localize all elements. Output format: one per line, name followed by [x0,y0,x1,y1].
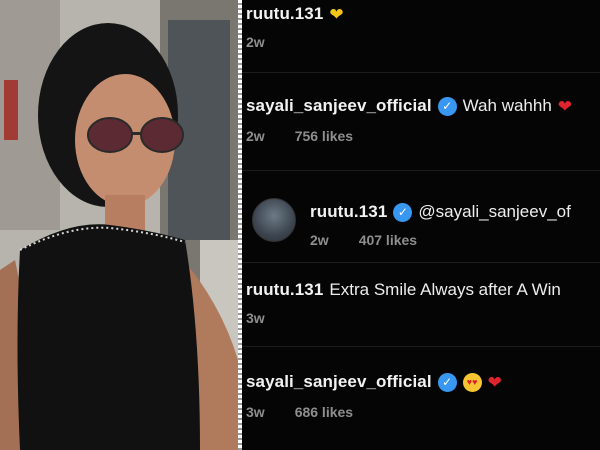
comment-separator [242,346,600,347]
photo-panel [0,0,238,450]
comment-username[interactable]: sayali_sanjeev_official [246,96,432,116]
comment-item: sayali_sanjeev_official ✓ ♥♥ ❤ 3w 686 li… [246,372,502,420]
verified-badge-icon: ✓ [393,202,413,222]
comment-separator [242,72,600,73]
comment-text: @sayali_sanjeev_of [418,202,571,221]
comment-username[interactable]: ruutu.131 [246,280,323,300]
comment-item: ruutu.131 ❤ 2w [246,4,344,50]
comment-item: sayali_sanjeev_official ✓ Wah wahhh ❤ 2w… [246,96,572,144]
comment-time: 2w [246,34,265,50]
comment-text: Wah wahhh [462,96,552,115]
comment-time: 3w [246,310,265,326]
avatar[interactable] [252,198,296,242]
comment-time: 2w [246,128,265,144]
comment-item: ruutu.131 Extra Smile Always after A Win… [246,280,561,326]
comment-likes[interactable]: 686 likes [295,404,353,420]
red-heart-icon: ❤ [487,372,502,392]
yellow-heart-icon: ❤ [329,4,344,24]
comment-separator [242,262,600,263]
comment-likes[interactable]: 756 likes [295,128,353,144]
red-heart-icon: ❤ [557,96,573,116]
comment-separator [242,170,600,171]
comment-likes[interactable]: 407 likes [359,232,417,248]
comment-username[interactable]: ruutu.131 [246,4,323,24]
comment-time: 3w [246,404,265,420]
comment-text: Extra Smile Always after A Win [329,280,561,299]
woman-photo [0,0,238,450]
comment-username[interactable]: sayali_sanjeev_official [246,372,432,392]
heart-eyes-icon: ♥♥ [462,372,482,392]
verified-badge-icon: ✓ [437,96,457,116]
reply-item: ruutu.131 ✓ @sayali_sanjeev_of 2w 407 li… [252,198,571,248]
comment-username[interactable]: ruutu.131 [310,202,387,222]
comments-panel: ruutu.131 ❤ 2w sayali_sanjeev_official ✓… [242,0,600,450]
verified-badge-icon: ✓ [437,372,457,392]
comment-time: 2w [310,232,329,248]
